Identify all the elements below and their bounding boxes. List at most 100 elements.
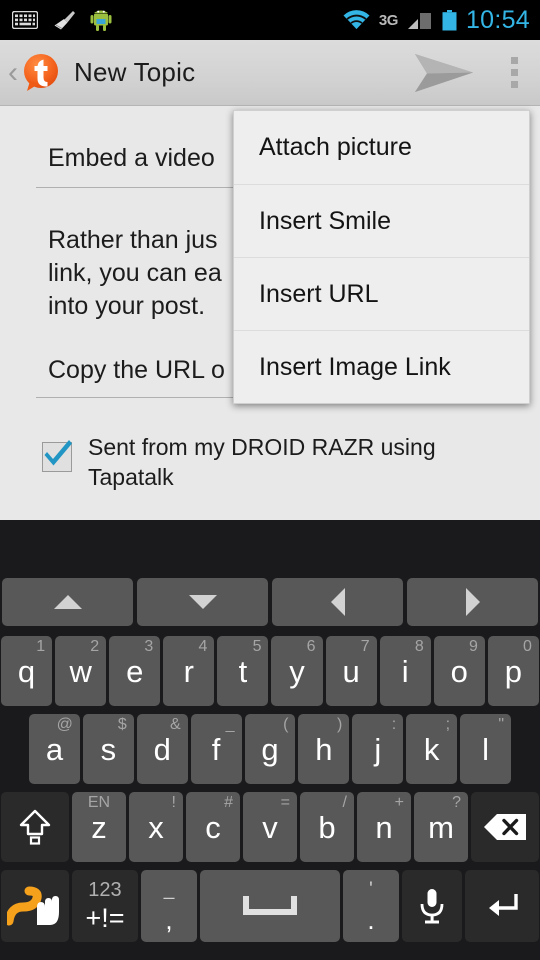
key-g[interactable]: (g [244, 714, 296, 784]
period-key[interactable]: ' . [343, 870, 399, 942]
key-f[interactable]: _ f [190, 714, 242, 784]
key-p[interactable]: 0p [487, 636, 539, 706]
key-t[interactable]: 5t [217, 636, 269, 706]
key-alt-label: 7 [360, 638, 370, 655]
key-h[interactable]: ) h [298, 714, 350, 784]
overflow-menu-button[interactable] [497, 57, 540, 88]
menu-item-insert-smile[interactable]: Insert Smile [234, 184, 529, 257]
tapatalk-logo-icon[interactable] [20, 52, 62, 94]
symbols-key[interactable]: 123 +!= [72, 870, 138, 942]
key-label: d [153, 731, 171, 767]
keyboard-suggestion-strip [0, 520, 540, 578]
key-alt-label: ! [171, 794, 176, 811]
key-label: p [504, 653, 523, 689]
comma-key[interactable]: _ , [141, 870, 197, 942]
shift-caps-icon [19, 809, 51, 845]
key-label: v [262, 809, 278, 845]
key-i[interactable]: 8i [379, 636, 431, 706]
signal-bars-icon [407, 13, 431, 29]
key-v[interactable]: = v [243, 792, 297, 862]
key-label: j [374, 731, 382, 767]
key-label: f [211, 731, 221, 767]
key-label: n [375, 809, 393, 845]
key-alt-label: EN [87, 794, 111, 811]
key-e[interactable]: 3e [109, 636, 161, 706]
key-alt-label: ? [452, 794, 461, 811]
backspace-key[interactable] [471, 792, 539, 862]
key-label: o [450, 653, 468, 689]
backspace-icon [484, 814, 526, 840]
key-label: m [428, 809, 454, 845]
key-n[interactable]: + n [357, 792, 411, 862]
key-label: w [69, 653, 92, 689]
key-a[interactable]: @ a [29, 714, 80, 784]
arrow-down-key[interactable] [137, 578, 268, 626]
arrow-up-key[interactable] [2, 578, 133, 626]
keyboard-row-3: EN z ! x # c = v / b + n ? m [0, 792, 540, 866]
android-robot-icon [90, 10, 112, 31]
key-r[interactable]: 4r [163, 636, 215, 706]
on-screen-keyboard: 1q 2w 3e 4r 5t 6y 7u 8i 9o 0p @ a $ s & d _… [0, 520, 540, 960]
key-b[interactable]: / b [300, 792, 354, 862]
space-key[interactable] [200, 870, 340, 942]
page-title: New Topic [74, 57, 196, 87]
topic-title-value: Embed a video [48, 144, 215, 172]
key-q[interactable]: 1q [1, 636, 53, 706]
key-w[interactable]: 2w [55, 636, 107, 706]
overflow-dot-3 [511, 81, 518, 88]
send-button[interactable] [391, 52, 497, 94]
post-body-value: Rather than jus link, you can ea into yo… [48, 226, 222, 320]
menu-item-attach-picture[interactable]: Attach picture [234, 111, 529, 184]
key-label: s [100, 731, 117, 767]
key-z[interactable]: EN z [72, 792, 126, 862]
menu-item-insert-url[interactable]: Insert URL [234, 257, 529, 330]
menu-item-insert-image-link[interactable]: Insert Image Link [234, 330, 529, 403]
period-key-label: . [367, 904, 375, 935]
key-alt-label: + [394, 794, 404, 811]
status-bar-clock: 10:54 [465, 5, 530, 34]
key-alt-label: 0 [523, 638, 532, 655]
menu-item-label: Insert Image Link [259, 352, 451, 381]
key-alt-label: @ [56, 716, 73, 733]
key-k[interactable]: ; k [406, 714, 458, 784]
action-bar: ‹ New Topic [0, 40, 540, 106]
network-3g-icon: 3G [378, 11, 399, 29]
key-s[interactable]: $ s [82, 714, 134, 784]
key-label: h [315, 731, 333, 767]
arrow-left-key[interactable] [272, 578, 403, 626]
key-u[interactable]: 7u [325, 636, 377, 706]
status-bar: 3G 10:54 [0, 0, 540, 40]
symbols-key-label: +!= [85, 903, 125, 933]
key-j[interactable]: :j [352, 714, 404, 784]
signature-checkbox[interactable] [42, 440, 72, 472]
key-alt-label: 6 [306, 638, 316, 655]
key-y[interactable]: 6y [271, 636, 323, 706]
send-paper-plane-icon [415, 53, 473, 92]
key-d[interactable]: & d [136, 714, 188, 784]
comma-key-alt-label: _ [163, 878, 175, 900]
wifi-icon [343, 10, 370, 29]
key-alt-label: = [280, 794, 290, 811]
keyboard-row-1: 1q 2w 3e 4r 5t 6y 7u 8i 9o 0p [0, 636, 540, 710]
key-label: k [423, 731, 440, 767]
signature-label: Sent from my DROID RAZR using Tapatalk [88, 434, 436, 490]
key-label: q [17, 653, 36, 689]
signature-row[interactable]: Sent from my DROID RAZR using Tapatalk [42, 432, 502, 492]
key-c[interactable]: # c [186, 792, 240, 862]
key-m[interactable]: ? m [414, 792, 468, 862]
key-x[interactable]: ! x [129, 792, 183, 862]
swipe-gesture-key[interactable] [1, 870, 69, 942]
keyboard-row-4: 123 +!= _ , ' . [0, 870, 540, 946]
key-label: e [126, 653, 144, 689]
key-o[interactable]: 9o [433, 636, 485, 706]
microphone-key[interactable] [402, 870, 462, 942]
arrow-right-key[interactable] [407, 578, 538, 626]
enter-key[interactable] [465, 870, 539, 942]
back-chevron-icon[interactable]: ‹ [0, 57, 20, 88]
key-label: y [289, 653, 305, 689]
shift-key[interactable] [1, 792, 69, 862]
key-label: u [342, 653, 360, 689]
key-alt-label: ( [283, 716, 289, 733]
key-l[interactable]: " l [460, 714, 512, 784]
triangle-right-icon [465, 588, 480, 616]
